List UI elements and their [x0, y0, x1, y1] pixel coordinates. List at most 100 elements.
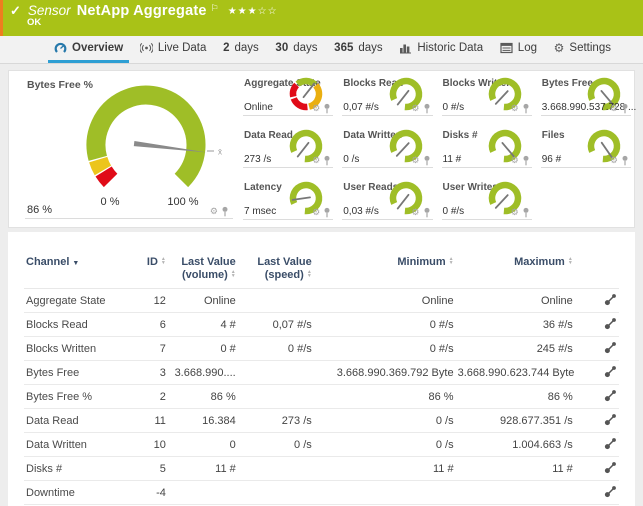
channel-settings-cell[interactable] [575, 337, 619, 361]
column-header-last-value-speed[interactable]: Last Value(speed)▲▼ [238, 254, 314, 289]
gauge-settings-icon[interactable]: ⚙ [511, 156, 519, 165]
channel-name: Data Read [24, 409, 129, 433]
column-header-minimum[interactable]: Minimum▲▼ [314, 254, 456, 289]
gauge-settings-icon[interactable]: ⚙ [411, 104, 419, 113]
tab-30-days[interactable]: 30days [269, 36, 323, 63]
gauge-cell-data-read[interactable]: Data Read273 /s⚙ [237, 123, 336, 175]
channel-settings-icon[interactable] [604, 293, 617, 306]
sort-icon[interactable]: ▲▼ [307, 270, 312, 278]
channel-settings-icon[interactable] [604, 365, 617, 378]
gauge-cell-data-written[interactable]: Data Written0 /s⚙ [336, 123, 435, 175]
object-type-label: Sensor [28, 3, 71, 18]
sort-desc-icon[interactable]: ▼ [72, 260, 79, 267]
channel-settings-icon[interactable] [604, 389, 617, 402]
gauge-settings-icon[interactable]: ⚙ [312, 104, 320, 113]
gauge-cell-user-reads[interactable]: User Reads0,03 #/s⚙ [336, 175, 435, 227]
last-value-volume: 86 % [168, 385, 238, 409]
channel-settings-cell[interactable] [575, 481, 619, 505]
channel-settings-cell[interactable] [575, 409, 619, 433]
channel-settings-cell[interactable] [575, 433, 619, 457]
maximum-value: 86 % [456, 385, 575, 409]
gauge-pin-icon[interactable] [323, 155, 331, 166]
channel-name: Blocks Read [24, 313, 129, 337]
gauge-pin-icon[interactable] [522, 103, 530, 114]
gauge-cell-bytes-free[interactable]: Bytes Free3.668.990.537.728 ...⚙ [535, 71, 634, 123]
channel-id: 3 [129, 361, 168, 385]
column-header-last-value-volume[interactable]: Last Value(volume)▲▼ [168, 254, 238, 289]
primary-gauge: x̄0 %100 % [61, 81, 231, 222]
channel-id: 5 [129, 457, 168, 481]
channel-settings-icon[interactable] [604, 413, 617, 426]
gauge-cell-disks[interactable]: Disks # 11 # ⚙ [436, 123, 535, 175]
gauge-settings-icon[interactable]: ⚙ [511, 104, 519, 113]
gauge-cell-latency[interactable]: Latency7 msec⚙ [237, 175, 336, 227]
sort-icon[interactable]: ▲▼ [161, 257, 166, 265]
column-header-id[interactable]: ID▲▼ [129, 254, 168, 289]
gauge-settings-icon[interactable]: ⚙ [610, 156, 618, 165]
gauge-pin-icon[interactable] [621, 155, 629, 166]
gauge-pin-icon[interactable] [221, 206, 229, 217]
tab-365-days[interactable]: 365days [328, 36, 388, 63]
gauge-cell-blocks-written[interactable]: Blocks Written0 #/s⚙ [436, 71, 535, 123]
maximum-value: 3.668.990.623.744 Byte [456, 361, 575, 385]
gauge-settings-icon[interactable]: ⚙ [210, 207, 218, 216]
gauge-label: Disks # [443, 130, 478, 141]
gauge-settings-icon[interactable]: ⚙ [312, 208, 320, 217]
gauge-settings-icon[interactable]: ⚙ [411, 208, 419, 217]
channel-settings-cell[interactable] [575, 385, 619, 409]
channel-settings-icon[interactable] [604, 485, 617, 498]
channel-settings-icon[interactable] [604, 341, 617, 354]
table-row: Aggregate State12OnlineOnlineOnline [24, 289, 619, 313]
channel-id: -4 [129, 481, 168, 505]
gauge-pin-icon[interactable] [522, 155, 530, 166]
gauge-pin-icon[interactable] [423, 207, 431, 218]
tab-live-data[interactable]: Live Data [134, 36, 213, 63]
divider [342, 115, 432, 116]
sort-icon[interactable]: ▲▼ [568, 257, 573, 265]
gauge-cell-aggregate-state[interactable]: Aggregate StateOnline⚙ [237, 71, 336, 123]
tab-overview[interactable]: Overview [48, 36, 129, 63]
divider [541, 167, 631, 168]
gauge-pin-icon[interactable] [323, 103, 331, 114]
tab-log[interactable]: Log [494, 36, 543, 63]
gauge-pin-icon[interactable] [423, 155, 431, 166]
tab-label: days [234, 42, 258, 54]
gauge-value: 11 # [443, 154, 462, 165]
primary-gauge-cell[interactable]: Bytes Free % x̄0 %100 % 86 % ⚙ [9, 71, 237, 227]
gauge-settings-icon[interactable]: ⚙ [312, 156, 320, 165]
channel-table: Channel▼ID▲▼Last Value(volume)▲▼Last Val… [24, 254, 619, 506]
channel-settings-icon[interactable] [604, 461, 617, 474]
tab-bar: OverviewLive Data2days30days365daysHisto… [0, 36, 643, 64]
gauge-pin-icon[interactable] [323, 207, 331, 218]
divider [243, 219, 333, 220]
tab-historic-data[interactable]: Historic Data [393, 36, 489, 63]
channel-settings-cell[interactable] [575, 457, 619, 481]
gauge-cell-user-writes[interactable]: User Writes0 #/s⚙ [436, 175, 535, 227]
sort-icon[interactable]: ▲▼ [449, 257, 454, 265]
channel-settings-cell[interactable] [575, 289, 619, 313]
gauge-pin-icon[interactable] [522, 207, 530, 218]
priority-stars[interactable]: ★★★☆☆ [228, 6, 278, 17]
gauge-settings-icon[interactable]: ⚙ [511, 208, 519, 217]
gauge-settings-icon[interactable]: ⚙ [411, 156, 419, 165]
channel-settings-cell[interactable] [575, 361, 619, 385]
last-value-speed [238, 481, 314, 505]
column-header-channel[interactable]: Channel▼ [24, 254, 129, 289]
divider [442, 219, 532, 220]
sort-icon[interactable]: ▲▼ [231, 270, 236, 278]
channel-settings-icon[interactable] [604, 437, 617, 450]
last-value-speed: 0 /s [238, 433, 314, 457]
channel-name: Bytes Free % [24, 385, 129, 409]
channel-settings-icon[interactable] [604, 317, 617, 330]
gauge-settings-icon[interactable]: ⚙ [610, 104, 618, 113]
column-header-maximum[interactable]: Maximum▲▼ [456, 254, 575, 289]
gauge-pin-icon[interactable] [423, 103, 431, 114]
tab-settings[interactable]: ⚙Settings [548, 36, 617, 63]
channel-settings-cell[interactable] [575, 313, 619, 337]
flag-icon[interactable]: ⚐ [211, 3, 219, 14]
gauge-cell-files[interactable]: Files96 #⚙ [535, 123, 634, 175]
gauge-cell-blocks-read[interactable]: Blocks Read0,07 #/s⚙ [336, 71, 435, 123]
table-row: Blocks Read64 #0,07 #/s0 #/s36 #/s [24, 313, 619, 337]
gauge-pin-icon[interactable] [621, 103, 629, 114]
tab-2-days[interactable]: 2days [217, 36, 265, 63]
